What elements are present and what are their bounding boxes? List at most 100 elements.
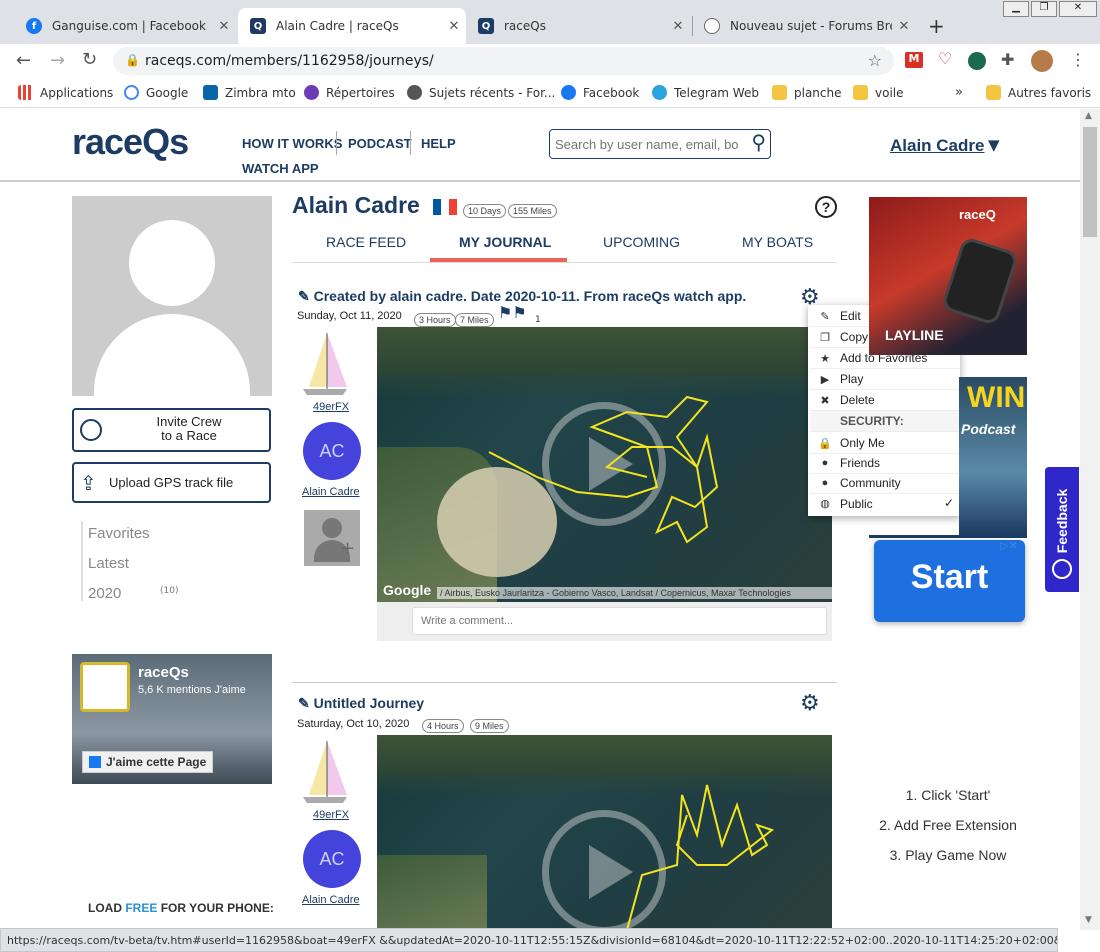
scroll-up-icon[interactable]: ▲ [1085, 111, 1092, 121]
tab-race-feed[interactable]: RACE FEED [326, 234, 406, 250]
bookmarks-overflow[interactable]: » [955, 85, 963, 100]
heart-icon[interactable]: ♡ [938, 49, 952, 68]
search-icon[interactable]: ⚲ [751, 130, 766, 154]
adchoices-icon[interactable]: ▷✕ [1000, 539, 1018, 552]
bookmark-other[interactable]: Autres favoris [986, 85, 1091, 100]
close-tab-icon[interactable]: ✕ [212, 19, 236, 34]
close-tab-icon[interactable]: ✕ [892, 19, 916, 34]
sidebar-link-latest[interactable]: Latest [88, 555, 129, 572]
boat-link[interactable]: 49erFX [313, 809, 349, 821]
miles-badge-text: 9 Miles [470, 719, 509, 733]
pencil-icon[interactable]: ✎ [298, 288, 310, 304]
invite-label-1: Invite Crew [156, 414, 222, 429]
journey-title-text: Created by alain cadre. Date 2020-10-11.… [313, 288, 747, 304]
feedback-tab[interactable]: Feedback [1045, 467, 1079, 592]
bookmark-sujets[interactable]: Sujets récents - For... [407, 85, 555, 100]
menu-community[interactable]: ● Community [810, 473, 960, 494]
nav-watch-app[interactable]: WATCH APP [242, 161, 319, 176]
miles-badge: 9 Miles [470, 714, 509, 733]
profile-avatar[interactable] [1031, 50, 1053, 72]
ad-watch-banner[interactable]: raceQ LAYLINE [869, 197, 1027, 355]
ad-podcast-banner[interactable]: WIN Podcast [959, 377, 1027, 535]
reload-icon[interactable]: ↻ [82, 49, 97, 70]
menu-icon[interactable]: ⋮ [1070, 50, 1086, 69]
address-bar[interactable]: 🔒 raceqs.com/members/1162958/journeys/ ☆ [113, 47, 894, 75]
menu-delete[interactable]: ✖ Delete [810, 390, 960, 411]
sidebar-link-favorites[interactable]: Favorites [88, 525, 150, 542]
crew-avatar[interactable]: AC [303, 422, 361, 480]
facebook-page-widget[interactable]: raceQs 5,6 K mentions J'aime J'aime cett… [72, 654, 272, 784]
bookmark-zimbra[interactable]: Zimbra mto [203, 85, 296, 100]
journey-title[interactable]: ✎ Untitled Journey [298, 695, 424, 712]
bookmark-label: Répertoires [326, 85, 395, 100]
menu-play[interactable]: ▶ Play [810, 369, 960, 390]
bookmark-repertoires[interactable]: Répertoires [304, 85, 395, 100]
boat-link[interactable]: 49erFX [313, 401, 349, 413]
menu-only-me[interactable]: 🔒 Only Me [810, 433, 960, 454]
crew-avatar[interactable]: AC [303, 830, 361, 888]
back-icon[interactable]: ← [16, 50, 31, 71]
browser-tab-raceqs[interactable]: Q raceQs ✕ [466, 8, 690, 44]
pencil-icon[interactable]: ✎ [298, 695, 310, 711]
browser-tab-forum[interactable]: Nouveau sujet - Forums Breizh ✕ [692, 8, 916, 44]
scroll-down-icon[interactable]: ▼ [1085, 915, 1092, 925]
france-flag-icon [433, 199, 457, 215]
bookmark-telegram[interactable]: Telegram Web [652, 85, 759, 100]
tab-upcoming[interactable]: UPCOMING [603, 234, 680, 250]
minimize-icon[interactable]: ▁ [1003, 1, 1029, 17]
close-tab-icon[interactable]: ✕ [666, 19, 690, 34]
raceqs-logo[interactable]: raceQs [72, 121, 189, 163]
extension-globe-icon[interactable] [968, 52, 986, 70]
boat-49erfx-image[interactable] [299, 331, 351, 397]
crew-link[interactable]: Alain Cadre [302, 486, 359, 498]
bookmark-applications[interactable]: Applications [18, 85, 113, 100]
scrollbar-thumb[interactable] [1083, 127, 1097, 237]
search-input[interactable] [550, 130, 738, 158]
search-box: ⚲ [549, 129, 771, 159]
user-menu-name[interactable]: Alain Cadre [890, 136, 984, 156]
crew-link[interactable]: Alain Cadre [302, 894, 359, 906]
ad-start-label: Start [910, 558, 989, 596]
journey-map[interactable]: Google / Airbus, Eusko Jaurlaritza - Gob… [377, 327, 832, 602]
bookmark-planche[interactable]: planche [772, 85, 842, 100]
gmail-icon[interactable]: M [905, 52, 923, 68]
gear-icon[interactable]: ⚙ [800, 691, 820, 716]
tab-my-journal[interactable]: MY JOURNAL [459, 234, 551, 250]
page-scrollbar[interactable]: ▲ ▼ [1080, 109, 1100, 930]
puzzle-icon[interactable]: ✚ [1001, 50, 1014, 69]
star-icon[interactable]: ☆ [868, 51, 882, 70]
fb-like-button[interactable]: J'aime cette Page [82, 751, 214, 773]
maximize-icon[interactable]: ❐ [1031, 1, 1057, 17]
chevron-down-icon[interactable]: ▼ [988, 136, 1000, 154]
journey-map[interactable] [377, 735, 832, 930]
new-tab-icon[interactable]: + [928, 14, 945, 38]
bookmark-label: Sujets récents - For... [429, 85, 556, 100]
ad-step-1: 1. Click 'Start' [905, 787, 991, 803]
bookmark-facebook[interactable]: Facebook [561, 85, 639, 100]
year-count: (10) [160, 586, 179, 596]
add-crew-icon[interactable]: + [304, 510, 360, 566]
forward-icon[interactable]: → [50, 50, 65, 71]
window-controls: ▁ ❐ ✕ [1002, 0, 1100, 20]
comment-input[interactable] [412, 607, 827, 635]
ad-start-button[interactable]: Start [874, 540, 1025, 622]
nav-help[interactable]: HELP [421, 136, 456, 151]
tab-my-boats[interactable]: MY BOATS [742, 234, 813, 250]
help-icon[interactable]: ? [815, 196, 837, 218]
browser-tab-facebook[interactable]: f Ganguise.com | Facebook ✕ [14, 8, 236, 44]
bookmark-google[interactable]: Google [124, 85, 188, 100]
boat-49erfx-image[interactable] [299, 739, 351, 805]
close-tab-icon[interactable]: ✕ [442, 19, 466, 34]
person-icon: ● [821, 457, 829, 469]
bookmark-voile[interactable]: voile [853, 85, 904, 100]
nav-podcast[interactable]: PODCAST [348, 136, 412, 151]
days-badge-text: 10 Days [463, 204, 507, 218]
invite-crew-button[interactable]: Invite Crew to a Race [72, 408, 271, 452]
sidebar-link-2020[interactable]: 2020 [88, 585, 121, 602]
window-close-icon[interactable]: ✕ [1059, 1, 1097, 17]
menu-public[interactable]: ◍ Public ✓ [810, 493, 960, 514]
menu-friends[interactable]: ● Friends [810, 453, 960, 474]
browser-tab-raceqs-active[interactable]: Q Alain Cadre | raceQs ✕ [238, 8, 466, 44]
nav-how-it-works[interactable]: HOW IT WORKS [242, 136, 342, 151]
upload-gps-button[interactable]: ⇪ Upload GPS track file [72, 462, 271, 503]
